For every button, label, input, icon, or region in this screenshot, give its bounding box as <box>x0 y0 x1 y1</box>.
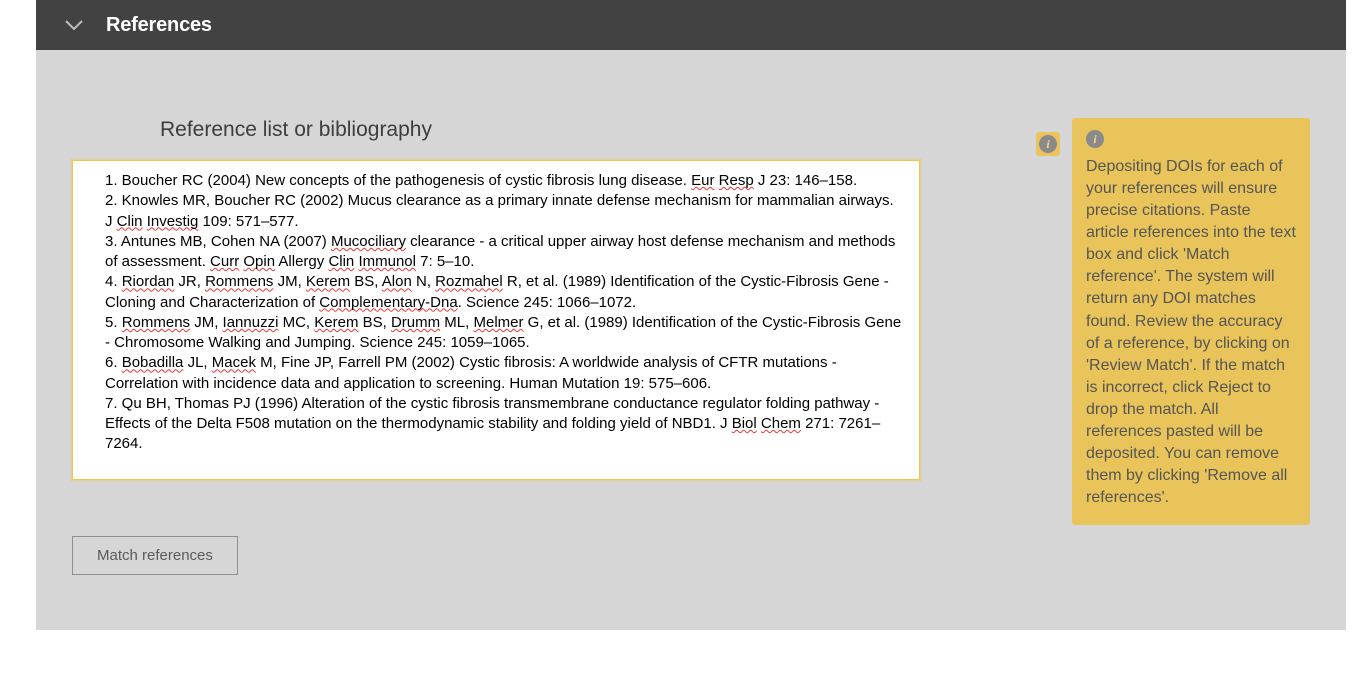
section-header[interactable]: References <box>36 0 1346 50</box>
help-panel: i Depositing DOIs for each of your refer… <box>1072 118 1310 525</box>
section-body: Reference list or bibliography i 1. Bouc… <box>36 50 1346 630</box>
info-icon[interactable]: i <box>1036 132 1060 156</box>
subheading: Reference list or bibliography <box>160 118 1040 142</box>
match-references-button[interactable]: Match references <box>72 536 238 575</box>
help-text: Depositing DOIs for each of your referen… <box>1086 156 1296 509</box>
references-input[interactable]: 1. Boucher RC (2004) New concepts of the… <box>72 160 920 480</box>
info-icon: i <box>1086 130 1104 148</box>
section-title: References <box>106 14 212 37</box>
chevron-down-icon <box>64 15 84 35</box>
